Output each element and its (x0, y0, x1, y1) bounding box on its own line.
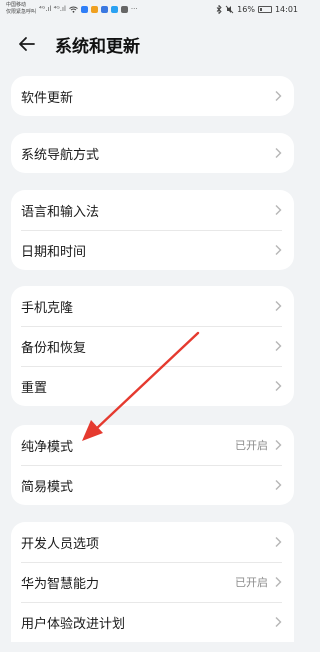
chevron-right-icon (275, 480, 282, 490)
item-label: 纯净模式 (21, 439, 74, 455)
chevron-right-icon (275, 301, 282, 311)
signal-icon: ⁴ᴳ.ıl ⁴ᴳ.ıl (39, 5, 66, 13)
chevron-right-icon (275, 617, 282, 627)
bluetooth-icon (216, 4, 222, 14)
carrier-name: 中国移动 (6, 2, 27, 8)
chevron-right-icon (275, 91, 282, 101)
item-label: 手机克隆 (21, 300, 74, 316)
item-label: 系统导航方式 (21, 147, 100, 163)
chevron-right-icon (275, 245, 282, 255)
menu-item-software-update[interactable]: 软件更新 (11, 76, 294, 116)
menu-item-system-navigation[interactable]: 系统导航方式 (11, 133, 294, 173)
menu-item-phone-clone[interactable]: 手机克隆 (11, 286, 294, 326)
mute-icon (225, 5, 234, 13)
page-title: 系统和更新 (55, 37, 140, 57)
status-left: 中国移动 仅限紧急呼叫 ⁴ᴳ.ıl ⁴ᴳ.ıl ··· (6, 2, 138, 16)
back-arrow-icon[interactable] (17, 34, 37, 54)
settings-group-language-time: 语言和输入法 日期和时间 (11, 190, 294, 270)
clock: 14:01 (274, 4, 298, 14)
menu-item-date-time[interactable]: 日期和时间 (11, 230, 294, 270)
battery-percent: 16% (237, 4, 255, 14)
more-notifications-icon: ··· (130, 5, 138, 13)
status-right: 16% 14:01 (216, 4, 298, 14)
header: 系统和更新 (0, 24, 304, 64)
menu-item-reset[interactable]: 重置 (11, 366, 294, 406)
app-notification-icon (80, 5, 88, 13)
item-label: 备份和恢复 (21, 340, 87, 356)
app-notification-icon (110, 5, 118, 13)
settings-group-update: 软件更新 (11, 76, 294, 116)
item-label: 用户体验改进计划 (21, 616, 126, 632)
app-notification-icon (120, 5, 128, 13)
chevron-right-icon (275, 341, 282, 351)
app-notification-icon (100, 5, 108, 13)
status-bar: 中国移动 仅限紧急呼叫 ⁴ᴳ.ıl ⁴ᴳ.ıl ··· 16% 14:01 (0, 0, 304, 18)
item-label: 语言和输入法 (21, 204, 100, 220)
menu-item-developer-options[interactable]: 开发人员选项 (11, 522, 294, 562)
emergency-only-text: 仅限紧急呼叫 (6, 9, 37, 15)
item-label: 重置 (21, 380, 48, 396)
battery-icon (257, 5, 272, 13)
app-notification-icon (90, 5, 98, 13)
item-label: 开发人员选项 (21, 536, 100, 552)
wifi-icon (69, 6, 78, 13)
item-label: 软件更新 (21, 90, 74, 106)
settings-group-developer: 开发人员选项 华为智慧能力 已开启 用户体验改进计划 (11, 522, 294, 642)
carrier-info: 中国移动 仅限紧急呼叫 (6, 2, 36, 16)
menu-item-backup-restore[interactable]: 备份和恢复 (11, 326, 294, 366)
menu-item-simple-mode[interactable]: 简易模式 (11, 465, 294, 505)
menu-item-language-input[interactable]: 语言和输入法 (11, 190, 294, 230)
item-label: 日期和时间 (21, 244, 87, 260)
settings-group-backup: 手机克隆 备份和恢复 重置 (11, 286, 294, 406)
settings-group-navigation: 系统导航方式 (11, 133, 294, 173)
menu-item-user-experience-program[interactable]: 用户体验改进计划 (11, 602, 294, 642)
item-label: 华为智慧能力 (21, 576, 100, 592)
chevron-right-icon (275, 148, 282, 158)
chevron-right-icon (275, 440, 282, 450)
menu-item-pure-mode[interactable]: 纯净模式 已开启 (11, 425, 294, 465)
menu-item-huawei-intelligence[interactable]: 华为智慧能力 已开启 (11, 562, 294, 602)
settings-group-modes: 纯净模式 已开启 简易模式 (11, 425, 294, 505)
item-label: 简易模式 (21, 479, 74, 495)
chevron-right-icon (275, 577, 282, 587)
status-text: 已开启 (235, 576, 268, 589)
chevron-right-icon (275, 205, 282, 215)
status-text: 已开启 (235, 439, 268, 452)
chevron-right-icon (275, 537, 282, 547)
chevron-right-icon (275, 381, 282, 391)
